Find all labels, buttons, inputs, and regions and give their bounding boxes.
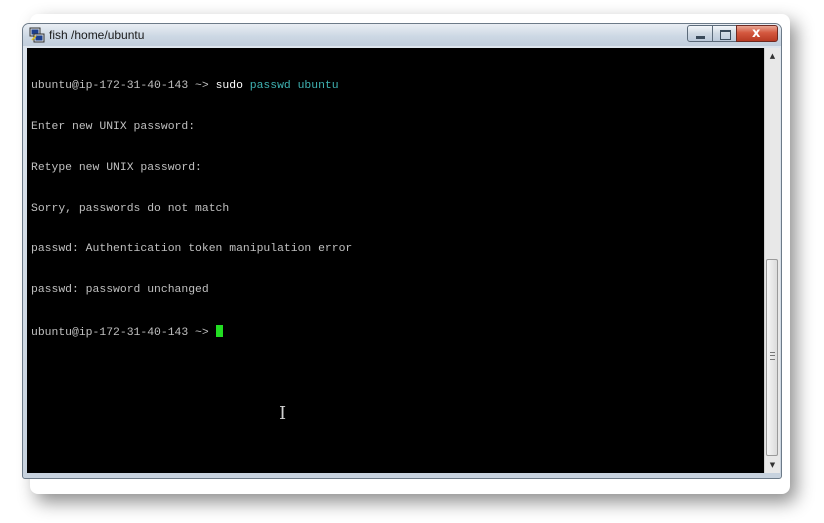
prompt: ubuntu@ip-172-31-40-143 ~> (31, 80, 216, 93)
output-line: Sorry, passwords do not match (31, 202, 230, 215)
chevron-up-icon: ▲ (769, 52, 776, 60)
window-title: fish /home/ubuntu (49, 28, 145, 42)
command-line: ubuntu@ip-172-31-40-143 ~> sudo passwd u… (31, 80, 761, 94)
minimize-button[interactable] (687, 25, 713, 42)
terminal-window: fish /home/ubuntu x ubuntu@ip-172-31-40-… (22, 23, 782, 479)
output-line: Retype new UNIX password: (31, 161, 202, 174)
maximize-icon (720, 30, 731, 40)
scroll-up-button[interactable]: ▲ (765, 48, 780, 64)
output-line: passwd: password unchanged (31, 284, 209, 297)
scroll-down-button[interactable]: ▼ (765, 457, 780, 473)
maximize-button[interactable] (712, 25, 737, 42)
putty-terminal-icon (29, 27, 45, 43)
command-word: sudo (215, 80, 243, 93)
output-line: Enter new UNIX password: (31, 120, 196, 133)
chevron-down-icon: ▼ (769, 461, 776, 469)
output-line: passwd: Authentication token manipulatio… (31, 243, 353, 256)
terminal-client-area[interactable]: ubuntu@ip-172-31-40-143 ~> sudo passwd u… (27, 48, 780, 473)
title-bar[interactable]: fish /home/ubuntu x (23, 24, 781, 46)
minimize-icon (696, 36, 705, 39)
close-button[interactable]: x (736, 25, 778, 42)
scrollbar-thumb[interactable] (766, 259, 778, 456)
text-cursor (215, 324, 223, 337)
vertical-scrollbar[interactable]: ▲ ▼ (764, 48, 780, 473)
current-prompt-line: ubuntu@ip-172-31-40-143 ~> (31, 324, 761, 339)
current-prompt: ubuntu@ip-172-31-40-143 ~> (31, 326, 216, 339)
command-args: passwd ubuntu (242, 80, 339, 93)
close-icon: x (752, 26, 761, 41)
ibeam-cursor-icon: I (279, 403, 287, 424)
grip-icon (770, 352, 775, 360)
terminal-output[interactable]: ubuntu@ip-172-31-40-143 ~> sudo passwd u… (31, 53, 761, 468)
